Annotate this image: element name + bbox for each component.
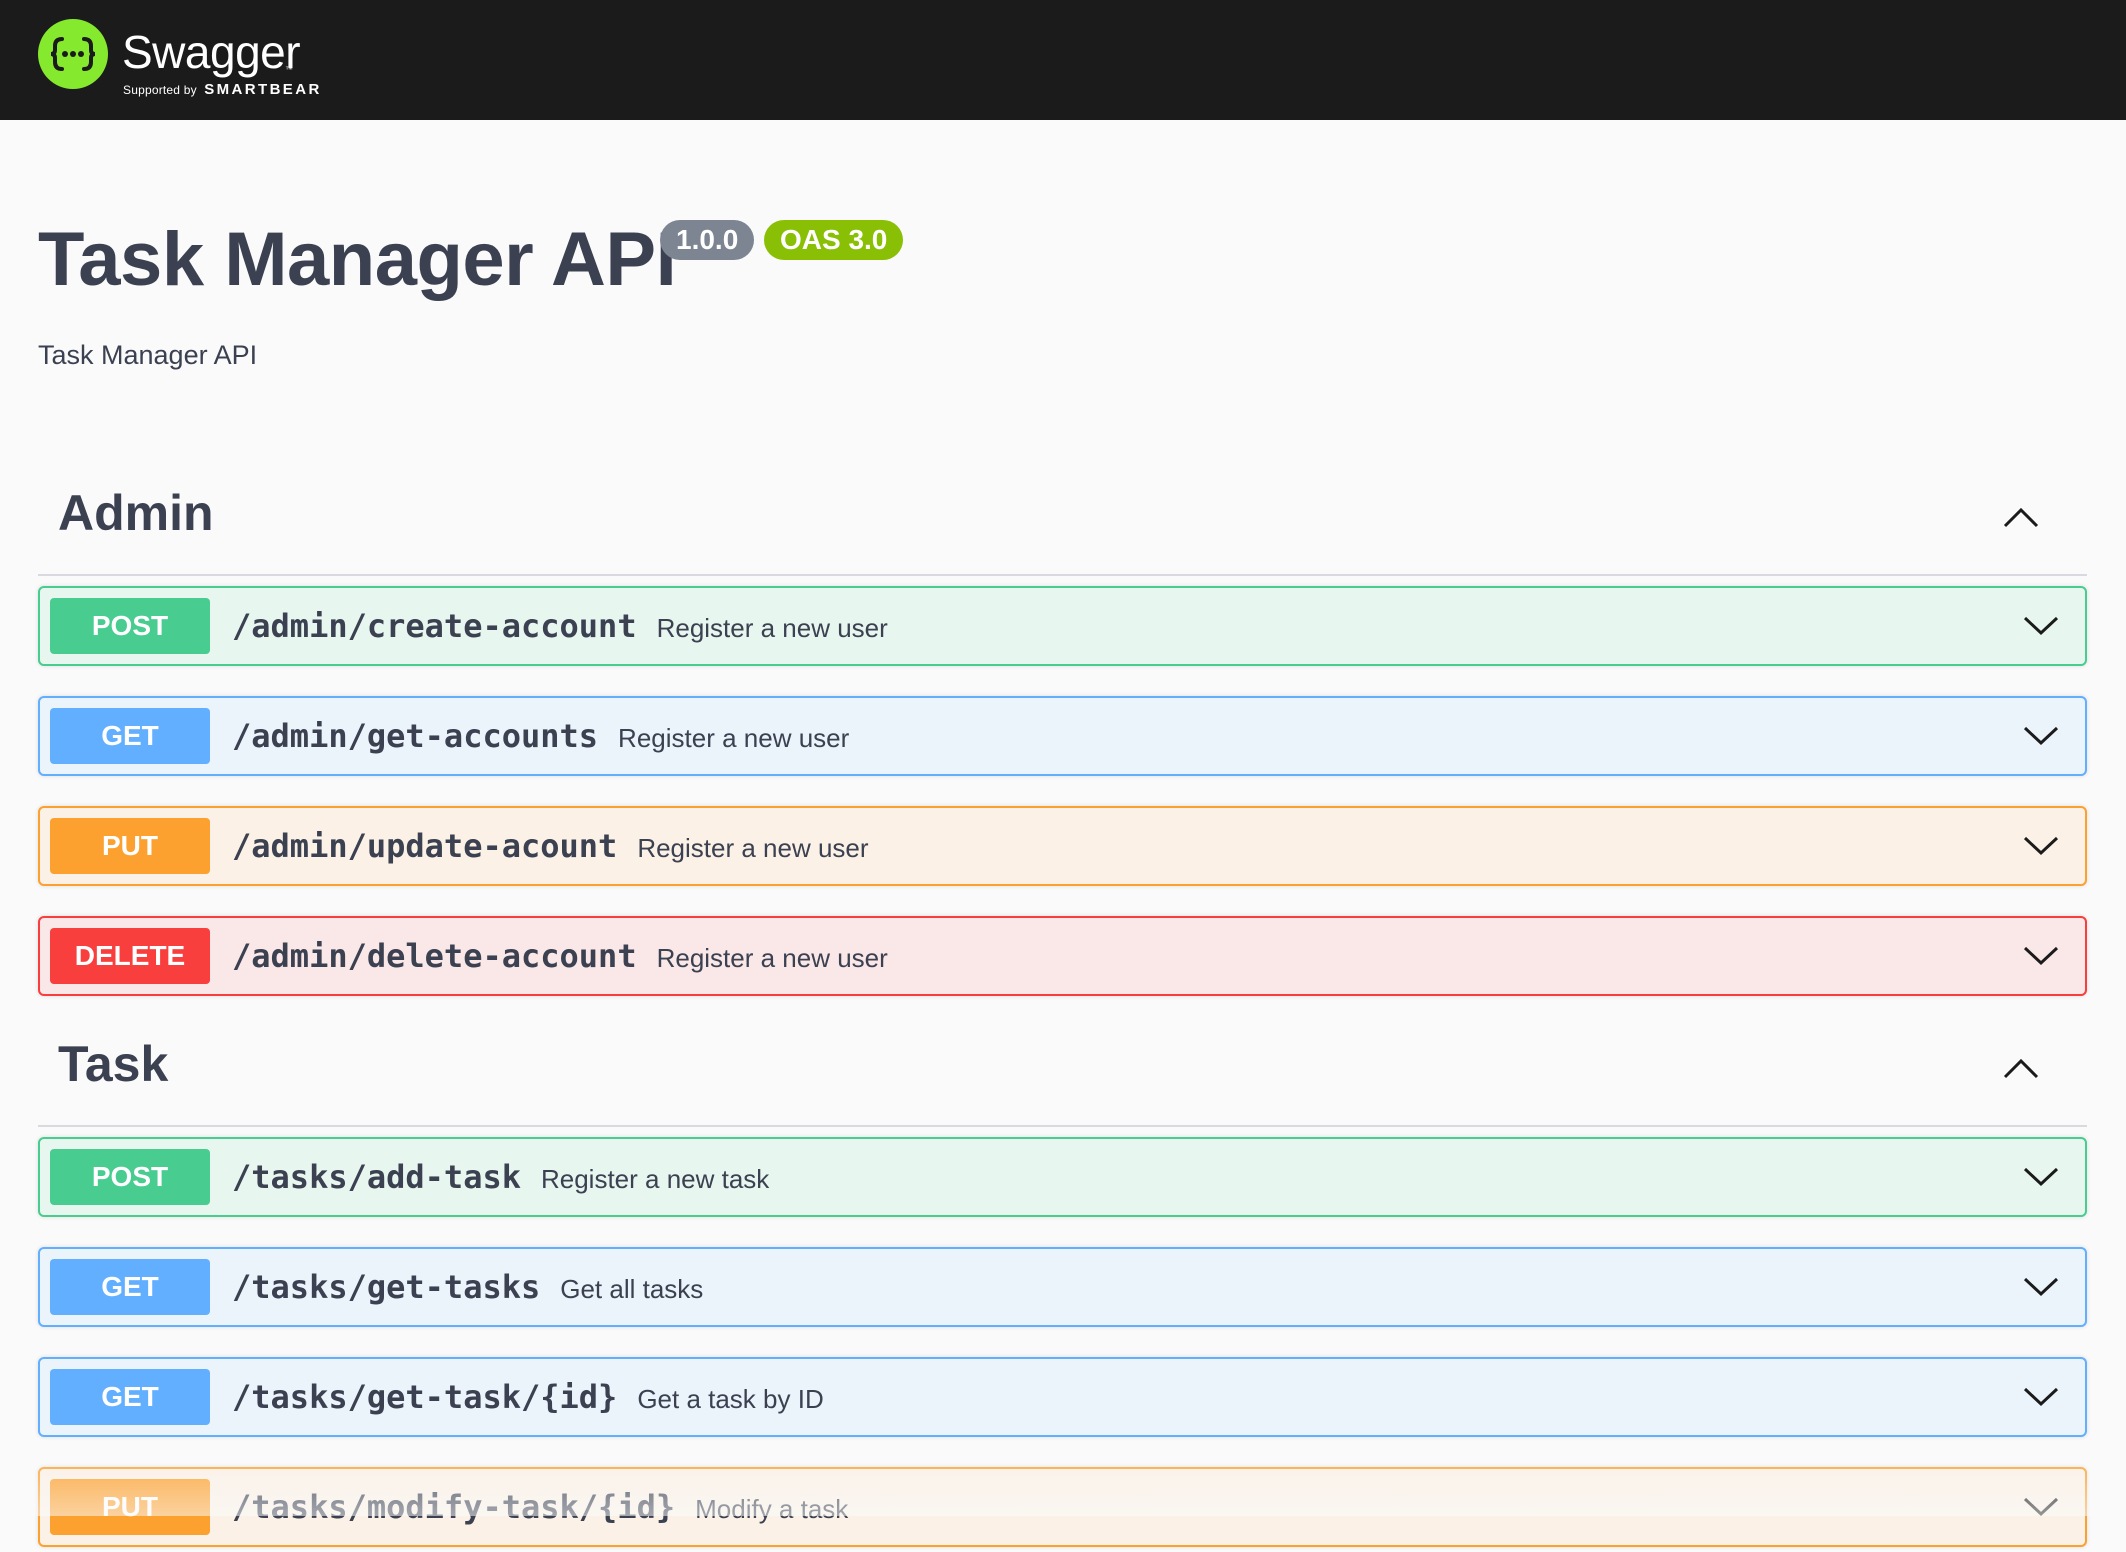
operation-path: /admin/delete-account [232,937,637,975]
operation-summary: /tasks/get-task/{id} Get a task by ID [232,1359,824,1435]
operation-row[interactable]: PUT /admin/update-acount Register a new u… [38,806,2087,886]
chevron-down-icon[interactable] [2021,938,2061,974]
swagger-braces-icon [38,19,108,89]
operation-description: Register a new user [656,943,888,973]
api-description: Task Manager API [38,340,258,370]
method-badge: DELETE [50,928,210,984]
method-badge: GET [50,1369,210,1425]
operation-path: /admin/update-acount [232,827,618,865]
method-badge: POST [50,1149,210,1205]
operation-row[interactable]: PUT /tasks/modify-task/{id} Modify a task [38,1467,2087,1547]
chevron-down-icon[interactable] [2021,1159,2061,1195]
tag-header-task[interactable]: Task [38,1013,2087,1127]
operation-summary: /admin/delete-account Register a new user [232,918,888,994]
operation-row[interactable]: GET /tasks/get-tasks Get all tasks [38,1247,2087,1327]
operation-description: Register a new user [618,723,850,753]
brand-name: Swagger [122,26,301,78]
tag-name: Admin [58,485,214,541]
operation-row[interactable]: POST /admin/create-account Register a new… [38,586,2087,666]
chevron-down-icon[interactable] [2021,1269,2061,1305]
chevron-up-icon[interactable] [1999,496,2043,540]
topbar: Swagger ™ Supported by SMARTBEAR [0,0,2126,120]
operation-description: Register a new user [656,613,888,643]
chevron-down-icon[interactable] [2021,1379,2061,1415]
oas-badge: OAS 3.0 [764,220,904,260]
supported-by-line: Supported by SMARTBEAR [123,81,322,99]
chevron-down-icon[interactable] [2021,1489,2061,1525]
chevron-down-icon[interactable] [2021,608,2061,644]
chevron-down-icon[interactable] [2021,828,2061,864]
operation-description: Modify a task [695,1494,849,1524]
operation-summary: /admin/get-accounts Register a new user [232,698,849,774]
operation-description: Register a new user [637,833,869,863]
method-badge: POST [50,598,210,654]
tag-name: Task [58,1036,169,1092]
chevron-up-icon[interactable] [1999,1047,2043,1091]
operation-path: /tasks/get-task/{id} [232,1378,618,1416]
method-badge: GET [50,708,210,764]
tag-header-admin[interactable]: Admin [38,462,2087,576]
operation-summary: /tasks/modify-task/{id} Modify a task [232,1469,848,1545]
brand-trademark: ™ [285,65,293,74]
method-badge: GET [50,1259,210,1315]
operation-path: /tasks/modify-task/{id} [232,1488,676,1526]
operation-path: /admin/get-accounts [232,717,599,755]
operation-summary: /admin/update-acount Register a new user [232,808,869,884]
page-title: Task Manager API [38,217,677,302]
swagger-wordmark: Swagger ™ Supported by SMARTBEAR [122,19,332,99]
chevron-down-icon[interactable] [2021,718,2061,754]
operation-row[interactable]: GET /tasks/get-task/{id} Get a task by ID [38,1357,2087,1437]
operation-summary: /tasks/get-tasks Get all tasks [232,1249,703,1325]
operation-summary: /tasks/add-task Register a new task [232,1139,769,1215]
operation-row[interactable]: GET /admin/get-accounts Register a new us… [38,696,2087,776]
operation-summary: /admin/create-account Register a new user [232,588,888,664]
operation-description: Get a task by ID [637,1384,824,1414]
operation-description: Get all tasks [560,1274,704,1304]
operation-row[interactable]: DELETE /admin/delete-account Register a n… [38,916,2087,996]
method-badge: PUT [50,1479,210,1535]
operation-path: /tasks/get-tasks [232,1268,541,1306]
supported-by-text: Supported by [123,83,197,97]
operation-description: Register a new task [540,1164,770,1194]
swagger-logo-link[interactable]: Swagger ™ Supported by SMARTBEAR [38,19,332,99]
version-badge: 1.0.0 [660,220,755,260]
method-badge: PUT [50,818,210,874]
smartbear-text: SMARTBEAR [204,81,322,98]
operation-path: /tasks/add-task [232,1158,521,1196]
operation-path: /admin/create-account [232,607,637,645]
operation-row[interactable]: POST /tasks/add-task Register a new task [38,1137,2087,1217]
